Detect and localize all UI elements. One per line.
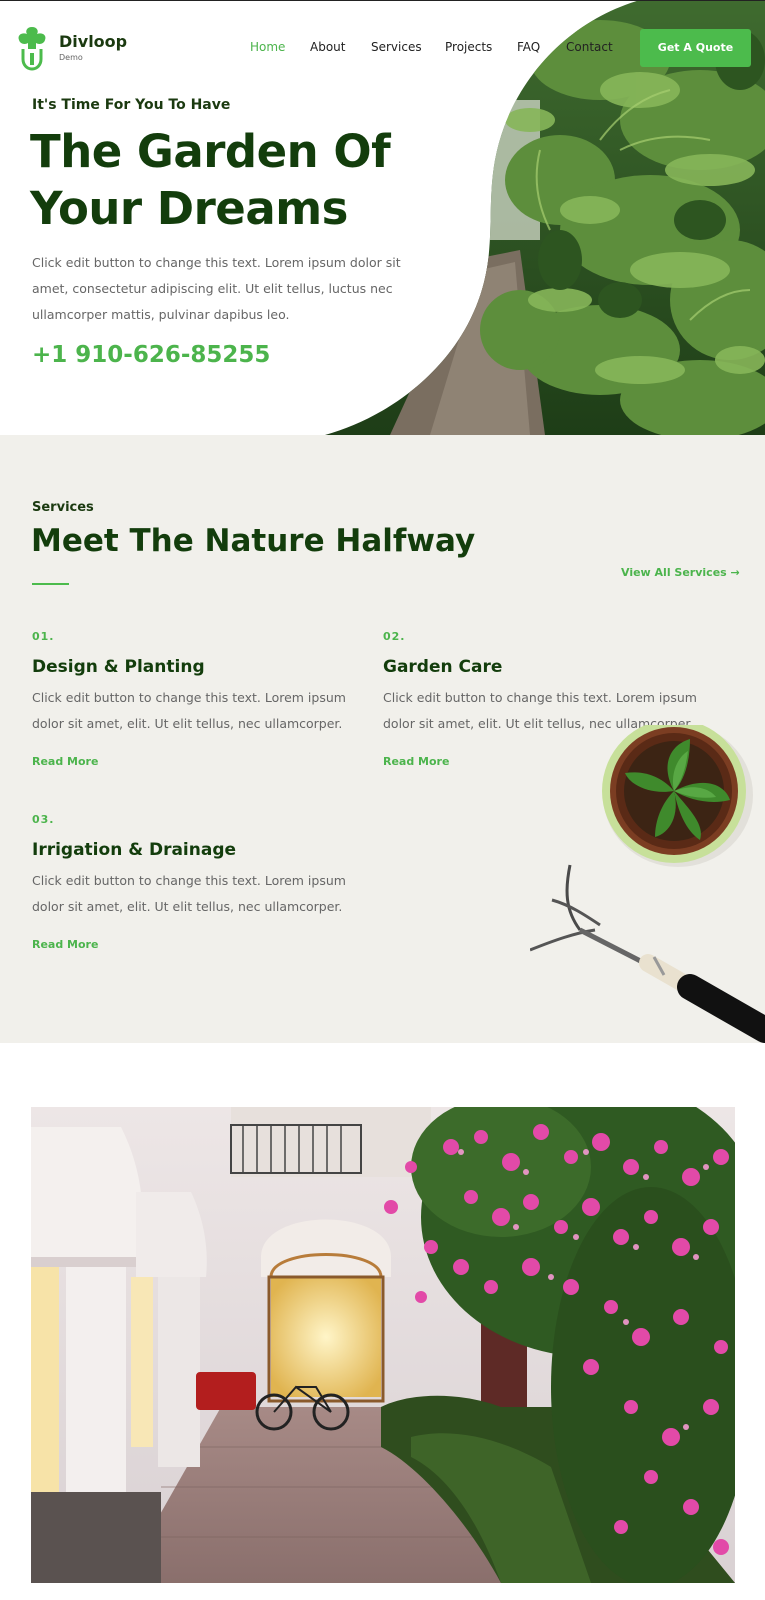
service-title: Irrigation & Drainage [32,840,237,860]
nav-item-faq[interactable]: FAQ [517,40,540,54]
view-all-services-link[interactable]: View All Services → [621,566,740,579]
top-border [0,0,765,1]
service-number: 01. [32,630,55,643]
service-title: Design & Planting [32,657,205,677]
service-number: 02. [383,630,406,643]
nav-item-contact[interactable]: Contact [566,40,613,54]
hero-phone-link[interactable]: +1 910-626-85255 [32,342,270,368]
hero-title-line-1: The Garden Of [30,125,391,178]
nav-item-about[interactable]: About [310,40,345,54]
services-eyebrow: Services [32,500,94,515]
hero-section: Divloop Demo Home About Services Project… [0,0,765,435]
potted-plant-and-rake-image [530,725,765,1043]
title-underline [32,583,69,585]
service-description: Click edit button to change this text. L… [32,873,346,914]
service-number: 03. [32,813,55,826]
nav-item-services[interactable]: Services [371,40,422,54]
hero-title-line-2: Your Dreams [30,182,348,235]
service-description: Click edit button to change this text. L… [32,690,346,731]
services-title: Meet The Nature Halfway [31,523,476,559]
hero-eyebrow: It's Time For You To Have [32,97,231,113]
service-card-irrigation-drainage: 03. Irrigation & Drainage Click edit but… [32,813,362,951]
get-a-quote-button[interactable]: Get A Quote [640,29,751,67]
nav-item-projects[interactable]: Projects [445,40,492,54]
service-title: Garden Care [383,657,503,677]
read-more-link[interactable]: Read More [32,755,362,768]
hero-description: Click edit button to change this text. L… [32,255,401,322]
services-section: Services Meet The Nature Halfway View Al… [0,435,765,1043]
service-card-design-planting: 01. Design & Planting Click edit button … [32,630,362,768]
read-more-link[interactable]: Read More [32,938,362,951]
nav-item-home[interactable]: Home [250,40,285,54]
garden-courtyard-image [31,1107,735,1583]
hero-title: The Garden Of Your Dreams [30,123,450,237]
